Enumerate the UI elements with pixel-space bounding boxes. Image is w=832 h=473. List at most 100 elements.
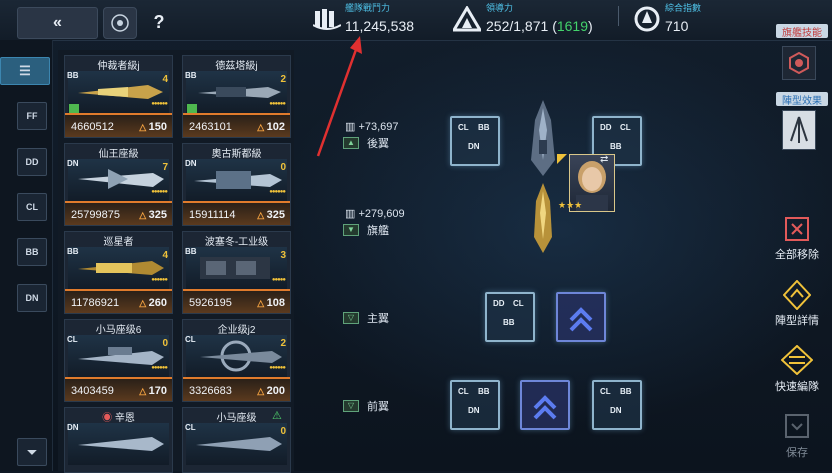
slot-class-dn: DN bbox=[610, 406, 622, 415]
remove-all-label: 全部移除 bbox=[775, 249, 819, 261]
flagship-power-row: ▥ +279,609 bbox=[345, 207, 405, 220]
ship-type-badge: DN bbox=[67, 159, 79, 168]
formation-slot-main-right[interactable] bbox=[556, 292, 606, 342]
ship-card[interactable]: 德茲塔級j BB 2 ●●●●●● 2463101 102 bbox=[182, 55, 291, 138]
upgrade-dots: ●●●●●● bbox=[151, 277, 168, 283]
ship-power: 3326683 bbox=[189, 385, 232, 397]
rear-power: +73,697 bbox=[358, 121, 399, 133]
flagship-ship[interactable] bbox=[530, 183, 556, 253]
ship-name: 企业级j2 bbox=[217, 325, 256, 336]
ship-count: 4 bbox=[162, 74, 168, 85]
ship-name: 奧古斯都級 bbox=[211, 149, 262, 160]
rail-item-bb[interactable]: BB bbox=[17, 238, 47, 266]
ship-card[interactable]: 巡星者 BB 4 ●●●●●● 11786921 260 bbox=[64, 231, 173, 314]
upgrade-dots: ●●●●●● bbox=[269, 189, 286, 195]
ship-level: 108 bbox=[257, 297, 285, 309]
slot-class-cl: CL bbox=[458, 387, 469, 396]
save-button[interactable] bbox=[783, 412, 811, 440]
slot-class-cl: CL bbox=[600, 387, 611, 396]
front-wing-mark-icon: ▽ bbox=[343, 400, 359, 412]
ship-name: 德茲塔級j bbox=[215, 61, 258, 72]
fleet-power-label: 艦隊戰鬥力 bbox=[345, 3, 391, 13]
command-label: 領導力 bbox=[486, 3, 514, 13]
slot-class-bb: BB bbox=[620, 387, 632, 396]
rear-wing-ship[interactable] bbox=[527, 100, 559, 176]
ship-power: 11786921 bbox=[71, 297, 120, 309]
front-wing-label: 前翼 bbox=[367, 401, 389, 413]
ship-level: 325 bbox=[257, 209, 285, 221]
rail-item-dd[interactable]: DD bbox=[17, 148, 47, 176]
ship-level: 170 bbox=[139, 385, 167, 397]
ship-count: 7 bbox=[162, 162, 168, 173]
annotation-arrow bbox=[316, 36, 362, 157]
help-icon: ? bbox=[153, 11, 165, 32]
rail-item-dn[interactable]: DN bbox=[17, 284, 47, 312]
upgrade-dots: ●●●●●● bbox=[151, 365, 168, 371]
ship-card[interactable]: 波塞冬-工业级 BB 3 ●●●●● 5926195 108 bbox=[182, 231, 291, 314]
ship-card[interactable]: 小马座级6 CL 0 ●●●●●● 3403459 170 bbox=[64, 319, 173, 402]
upgrade-dots: ●●●●●● bbox=[269, 101, 286, 107]
rail-item-list[interactable]: ☰ bbox=[0, 57, 50, 85]
flagship-skill-button[interactable] bbox=[782, 46, 816, 80]
ship-card[interactable]: 仙王座級 DN 7 ●●●●●● 25799875 325 bbox=[64, 143, 173, 226]
slot-class-bb: BB bbox=[478, 123, 490, 132]
ship-card[interactable]: 企业级j2 CL 2 ●●●●●● 3326683 200 bbox=[182, 319, 291, 402]
fleet-power-icon bbox=[312, 4, 342, 34]
quick-edit-icon bbox=[780, 344, 814, 376]
slot-class-cl: CL bbox=[458, 123, 469, 132]
ship-name: 波塞冬-工业级 bbox=[204, 237, 269, 248]
fleet-power-small-icon: ▥ bbox=[345, 121, 359, 133]
ship-level: 102 bbox=[257, 121, 285, 133]
swap-icon[interactable]: ⇄ bbox=[600, 154, 608, 165]
remove-all-button[interactable] bbox=[783, 215, 811, 243]
formation-slot-main-left[interactable]: DD CL BB bbox=[485, 292, 535, 342]
rail-item-ff[interactable]: FF bbox=[17, 102, 47, 130]
rail-item-cl[interactable]: CL bbox=[17, 193, 47, 221]
ship-power: 3403459 bbox=[71, 385, 114, 397]
quick-edit-button[interactable] bbox=[780, 344, 814, 376]
divider bbox=[618, 6, 619, 26]
filter-button[interactable]: ⏷ bbox=[17, 438, 47, 466]
ship-level: 325 bbox=[139, 209, 167, 221]
formation-slot-rear-left[interactable]: CL BB DN bbox=[450, 116, 500, 166]
target-circle-icon bbox=[111, 14, 129, 32]
ship-name: 仙王座級 bbox=[98, 149, 139, 160]
slot-class-cl: CL bbox=[620, 123, 631, 132]
formation-slot-front-center[interactable] bbox=[520, 380, 570, 430]
slot-class-dd: DD bbox=[493, 299, 505, 308]
overall-index-label: 綜合指數 bbox=[665, 3, 702, 13]
ship-card[interactable]: ◉ 辛恩 DN bbox=[64, 407, 173, 473]
ship-image bbox=[68, 423, 169, 465]
formation-detail-icon bbox=[782, 279, 812, 311]
slot-class-bb: BB bbox=[503, 318, 515, 327]
ship-name: 小马座级6 bbox=[95, 325, 142, 336]
settings-button[interactable] bbox=[103, 7, 137, 39]
ship-count: 2 bbox=[280, 74, 286, 85]
formation-effect-button[interactable] bbox=[782, 110, 816, 150]
formation-slot-front-right[interactable]: CL BB DN bbox=[592, 380, 642, 430]
rear-power-row: ▥ +73,697 bbox=[345, 120, 399, 133]
upgrade-dots: ●●●●●● bbox=[151, 189, 168, 195]
slot-class-dd: DD bbox=[600, 123, 612, 132]
quick-edit-label: 快速編隊 bbox=[775, 381, 819, 393]
formation-detail-label: 陣型詳情 bbox=[775, 315, 819, 327]
ship-card[interactable]: 小马座级 CL 0 ⚠ bbox=[182, 407, 291, 473]
ship-card[interactable]: 奧古斯都級 DN 0 ●●●●●● 15911114 325 bbox=[182, 143, 291, 226]
ship-type-badge: BB bbox=[67, 71, 79, 80]
warning-icon: ⚠ bbox=[272, 410, 282, 422]
fleet-power-value: 11,245,538 bbox=[345, 18, 415, 34]
back-button[interactable]: « bbox=[17, 7, 98, 39]
ship-count: 0 bbox=[280, 426, 286, 437]
formation-slot-front-left[interactable]: CL BB DN bbox=[450, 380, 500, 430]
formation-detail-button[interactable] bbox=[782, 279, 812, 311]
ship-power: 5926195 bbox=[189, 297, 232, 309]
arrow-formation-icon bbox=[790, 116, 808, 143]
commander-stars: ★★★ bbox=[558, 200, 583, 210]
slot-class-dn: DN bbox=[468, 406, 480, 415]
ship-card[interactable]: 仲裁者級j BB 4 ●●●●●● 4660512 150 bbox=[64, 55, 173, 138]
ship-count: 2 bbox=[280, 338, 286, 349]
flagship-label: 旗艦 bbox=[367, 225, 389, 237]
help-button[interactable]: ? bbox=[146, 7, 172, 37]
ship-count: 4 bbox=[162, 250, 168, 261]
ship-type-badge: BB bbox=[185, 247, 197, 256]
